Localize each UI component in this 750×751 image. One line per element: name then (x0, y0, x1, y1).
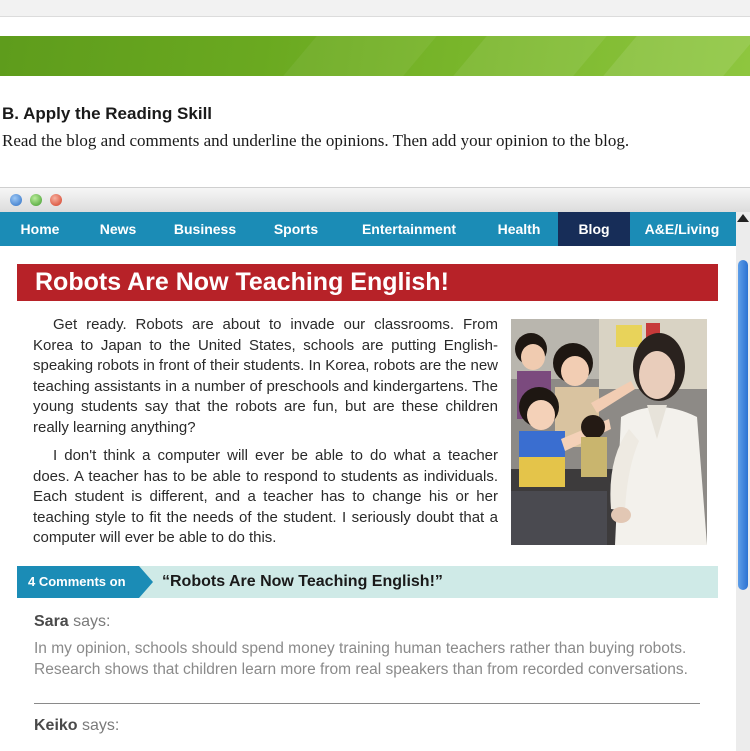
banner-stripe (453, 36, 607, 76)
nav-business[interactable]: Business (156, 212, 254, 246)
comments-title: “Robots Are Now Teaching English!” (162, 573, 443, 590)
comment-author-line: Sara says: (34, 613, 704, 631)
nav-news[interactable]: News (80, 212, 156, 246)
green-banner (0, 36, 750, 76)
photo-illustration (511, 319, 707, 545)
comment-author: Sara (34, 613, 69, 630)
article-paragraph: I don't think a computer will ever be ab… (33, 447, 498, 546)
comment-author-line: Keiko says: (34, 717, 704, 735)
article-paragraph: Get ready. Robots are about to invade ou… (33, 316, 498, 436)
window-titlebar (0, 188, 750, 212)
comment-author: Keiko (34, 717, 78, 734)
exercise-instructions: B. Apply the Reading Skill Read the blog… (2, 104, 652, 152)
nav-home[interactable]: Home (0, 212, 80, 246)
article-header: Robots Are Now Teaching English! (17, 264, 718, 301)
banner-stripe (283, 36, 437, 76)
exercise-title: B. Apply the Reading Skill (2, 104, 213, 123)
article-title: Robots Are Now Teaching English! (35, 268, 449, 296)
nav-entertainment[interactable]: Entertainment (338, 212, 480, 246)
nav-health[interactable]: Health (480, 212, 558, 246)
exercise-text: Read the blog and comments and underline… (2, 131, 630, 150)
vertical-scrollbar[interactable] (736, 212, 750, 751)
nav-ae-living[interactable]: A&E/Living (630, 212, 734, 246)
nav-blog[interactable]: Blog (558, 212, 630, 246)
window-button-icon[interactable] (10, 194, 22, 206)
comment-says: says: (82, 717, 120, 734)
scroll-up-arrow-icon[interactable] (737, 214, 749, 222)
comment-says: says: (73, 613, 111, 630)
comment-text: In my opinion, schools should spend mone… (34, 640, 688, 678)
comment-item: Keiko says: (34, 717, 704, 735)
banner-stripe (603, 36, 750, 76)
top-strip (0, 0, 750, 17)
comments-count: 4 Comments on (17, 566, 139, 598)
browser-window: Home News Business Sports Entertainment … (0, 187, 750, 751)
article-body: Get ready. Robots are about to invade ou… (33, 315, 498, 557)
scroll-thumb[interactable] (738, 260, 748, 590)
robot-classroom-photo (511, 319, 707, 545)
comments-tab-arrow (139, 566, 153, 598)
window-button-icon[interactable] (50, 194, 62, 206)
nav-sports[interactable]: Sports (254, 212, 338, 246)
comments-header: 4 Comments on “Robots Are Now Teaching E… (17, 566, 718, 598)
site-nav: Home News Business Sports Entertainment … (0, 212, 738, 246)
window-button-icon[interactable] (30, 194, 42, 206)
comment-divider (34, 703, 700, 704)
comment-item: Sara says: In my opinion, schools should… (34, 613, 704, 680)
